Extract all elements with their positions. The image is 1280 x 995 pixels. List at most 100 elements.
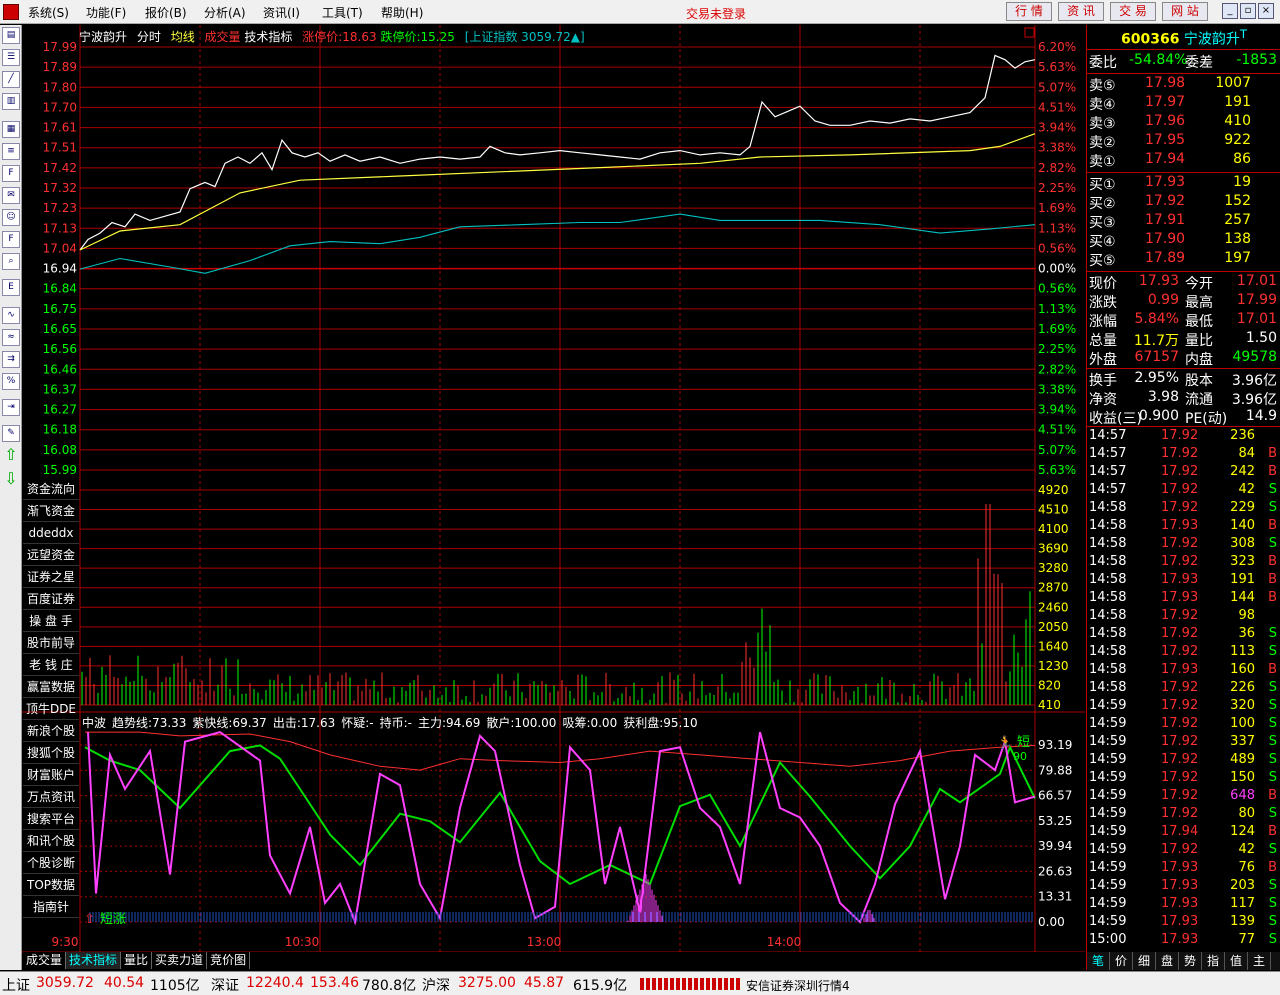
stat2-row: 换手 2.95% 股本 3.96亿 — [1089, 370, 1277, 389]
nav-link[interactable]: 和讯个股 — [23, 830, 79, 852]
menu-system[interactable]: 系统(S) — [28, 4, 69, 21]
volume-tick: 410 — [1038, 698, 1061, 712]
bid-row[interactable]: 买① 17.93 19 — [1087, 174, 1280, 193]
tick-row: 14:59 17.92 320 S — [1089, 698, 1277, 713]
tab-auction[interactable]: 竞价图 — [207, 952, 251, 969]
nav-link[interactable]: 赢富数据 — [23, 676, 79, 698]
panel-tab[interactable]: 盘 — [1156, 952, 1179, 970]
nav-link[interactable]: 新浪个股 — [23, 720, 79, 742]
bid-row[interactable]: 买④ 17.90 138 — [1087, 231, 1280, 250]
menu-analysis[interactable]: 分析(A) — [204, 4, 246, 21]
bid-row[interactable]: 买③ 17.91 257 — [1087, 212, 1280, 231]
indicator-label: 怀疑:- — [341, 716, 374, 730]
bid-row[interactable]: 买⑤ 17.89 197 — [1087, 250, 1280, 269]
menu-tools[interactable]: 工具(T) — [322, 4, 363, 21]
chart-bottom-tabs: 成交量 技术指标 量比 买卖力道 竞价图 — [23, 952, 1085, 970]
panel-tab[interactable]: 细 — [1133, 952, 1156, 970]
indicator-label: 趋势线:73.33 — [112, 716, 187, 730]
avg-line-label: 均线 — [170, 30, 195, 44]
indicator-label: 紫快线:69.37 — [192, 716, 267, 730]
ask-row[interactable]: 卖① 17.94 86 — [1087, 151, 1280, 170]
website-button[interactable]: 网 站 — [1162, 2, 1208, 21]
tick-row: 14:58 17.93 191 B — [1089, 572, 1277, 587]
price-tick: 17.42 — [43, 161, 77, 175]
panel-tab[interactable]: 笔 — [1087, 952, 1110, 970]
indicator-tick: 39.94 — [1038, 839, 1072, 853]
left-nav: 资金流向 渐飞资金 ddeddx 远望资金 证券之星 百度证券操 盘 手股市前导老 钱 庄… — [23, 478, 79, 918]
tick-row: 14:59 17.92 80 S — [1089, 806, 1277, 821]
pct-tick: 4.51% — [1038, 100, 1076, 114]
nav-link[interactable]: 顶牛DDE — [23, 698, 79, 720]
limit-down-label: 跌停价:15.25 — [380, 30, 455, 44]
panel-tab[interactable]: 价 — [1110, 952, 1133, 970]
nav-link[interactable]: 指南针 — [23, 896, 79, 918]
hs-index: 3275.00 — [458, 975, 516, 991]
menu-bar: 系统(S) 功能(F) 报价(B) 分析(A) 资讯(I) 工具(T) 帮助(H… — [0, 0, 1280, 24]
status-bar: 上证 3059.72 40.54 1105亿 深证 12240.4 153.46… — [0, 971, 1280, 995]
nav-link[interactable]: 资金流向 — [23, 478, 79, 500]
pct-tick: 2.25% — [1038, 342, 1076, 356]
tab-tech-indicator[interactable]: 技术指标 — [66, 952, 122, 969]
tick-row: 14:58 17.92 229 S — [1089, 500, 1277, 515]
nav-link[interactable]: 万点资讯 — [23, 786, 79, 808]
stat-row: 总量 11.7万 量比 1.50 — [1089, 330, 1277, 349]
nav-link[interactable]: 操 盘 手 — [23, 610, 79, 632]
panel-tab[interactable]: 势 — [1179, 952, 1202, 970]
minimize-icon[interactable]: _ — [1222, 3, 1238, 19]
nav-link[interactable]: ddeddx — [23, 522, 79, 544]
sz-label: 深证 — [211, 978, 239, 994]
menu-info[interactable]: 资讯(I) — [263, 4, 300, 21]
panel-tab[interactable]: 指 — [1202, 952, 1225, 970]
volume-label: 成交量 — [204, 30, 241, 44]
nav-link[interactable]: 搜索平台 — [23, 808, 79, 830]
weibi-value: -54.84% — [1129, 52, 1188, 68]
panel-tab[interactable]: 值 — [1225, 952, 1248, 970]
quote-stock-name: 宁波韵升 — [1183, 31, 1240, 48]
indicator-label: 散户:100.00 — [486, 716, 557, 730]
nav-link[interactable]: 老 钱 庄 — [23, 654, 79, 676]
ask-row[interactable]: 卖④ 17.97 191 — [1087, 94, 1280, 113]
nav-link[interactable]: 财富账户 — [23, 764, 79, 786]
nav-link[interactable]: 证券之星 — [23, 566, 79, 588]
tick-row: 14:58 17.93 140 B — [1089, 518, 1277, 533]
nav-link[interactable]: 个股诊断 — [23, 852, 79, 874]
nav-link[interactable]: 搜狐个股 — [23, 742, 79, 764]
ask-row[interactable]: 卖⑤ 17.98 1007 — [1087, 75, 1280, 94]
nav-link[interactable]: 远望资金 — [23, 544, 79, 566]
bid-row[interactable]: 买② 17.92 152 — [1087, 193, 1280, 212]
period-label[interactable]: 分时 — [137, 30, 161, 44]
news-button[interactable]: 资 讯 — [1058, 2, 1104, 21]
tick-row: 14:59 17.92 42 S — [1089, 842, 1277, 857]
menu-function[interactable]: 功能(F) — [86, 4, 126, 21]
menu-help[interactable]: 帮助(H) — [381, 4, 423, 21]
pct-tick: 0.00% — [1038, 262, 1076, 276]
nav-link[interactable]: 百度证券 — [23, 588, 79, 610]
panel-tab[interactable]: 主 — [1248, 952, 1271, 970]
indicator-tick: 79.88 — [1038, 763, 1072, 777]
pct-tick: 0.56% — [1038, 282, 1076, 296]
tab-buy-sell-force[interactable]: 买卖力道 — [152, 952, 208, 969]
quote-header: 600366 宁波韵升T — [1087, 27, 1280, 48]
pct-tick: 5.07% — [1038, 443, 1076, 457]
stat-row: 外盘 67157 内盘 49578 — [1089, 349, 1277, 368]
tab-volume-ratio[interactable]: 量比 — [121, 952, 153, 969]
nav-link[interactable]: 渐飞资金 — [23, 500, 79, 522]
restore-icon[interactable]: ▫ — [1240, 3, 1256, 19]
market-button[interactable]: 行 情 — [1006, 2, 1052, 21]
menu-quote[interactable]: 报价(B) — [145, 4, 187, 21]
tab-volume[interactable]: 成交量 — [23, 952, 67, 969]
ask-row[interactable]: 卖② 17.95 922 — [1087, 132, 1280, 151]
tick-row: 14:59 17.92 150 S — [1089, 770, 1277, 785]
ask-row[interactable]: 卖③ 17.96 410 — [1087, 113, 1280, 132]
nav-link[interactable]: TOP数据 — [23, 874, 79, 896]
tech-indicator-label[interactable]: 技术指标 — [244, 30, 292, 44]
price-tick: 17.61 — [43, 121, 77, 135]
indicator-label: 中波 — [82, 716, 107, 730]
nav-link[interactable]: 股市前导 — [23, 632, 79, 654]
pct-tick: 1.69% — [1038, 322, 1076, 336]
trade-button[interactable]: 交 易 — [1110, 2, 1156, 21]
time-tick: 14:00 — [767, 935, 802, 949]
close-icon[interactable]: × — [1258, 3, 1274, 19]
tick-row: 14:58 17.92 323 B — [1089, 554, 1277, 569]
stat-row: 现价 17.93 今开 17.01 — [1089, 273, 1277, 292]
